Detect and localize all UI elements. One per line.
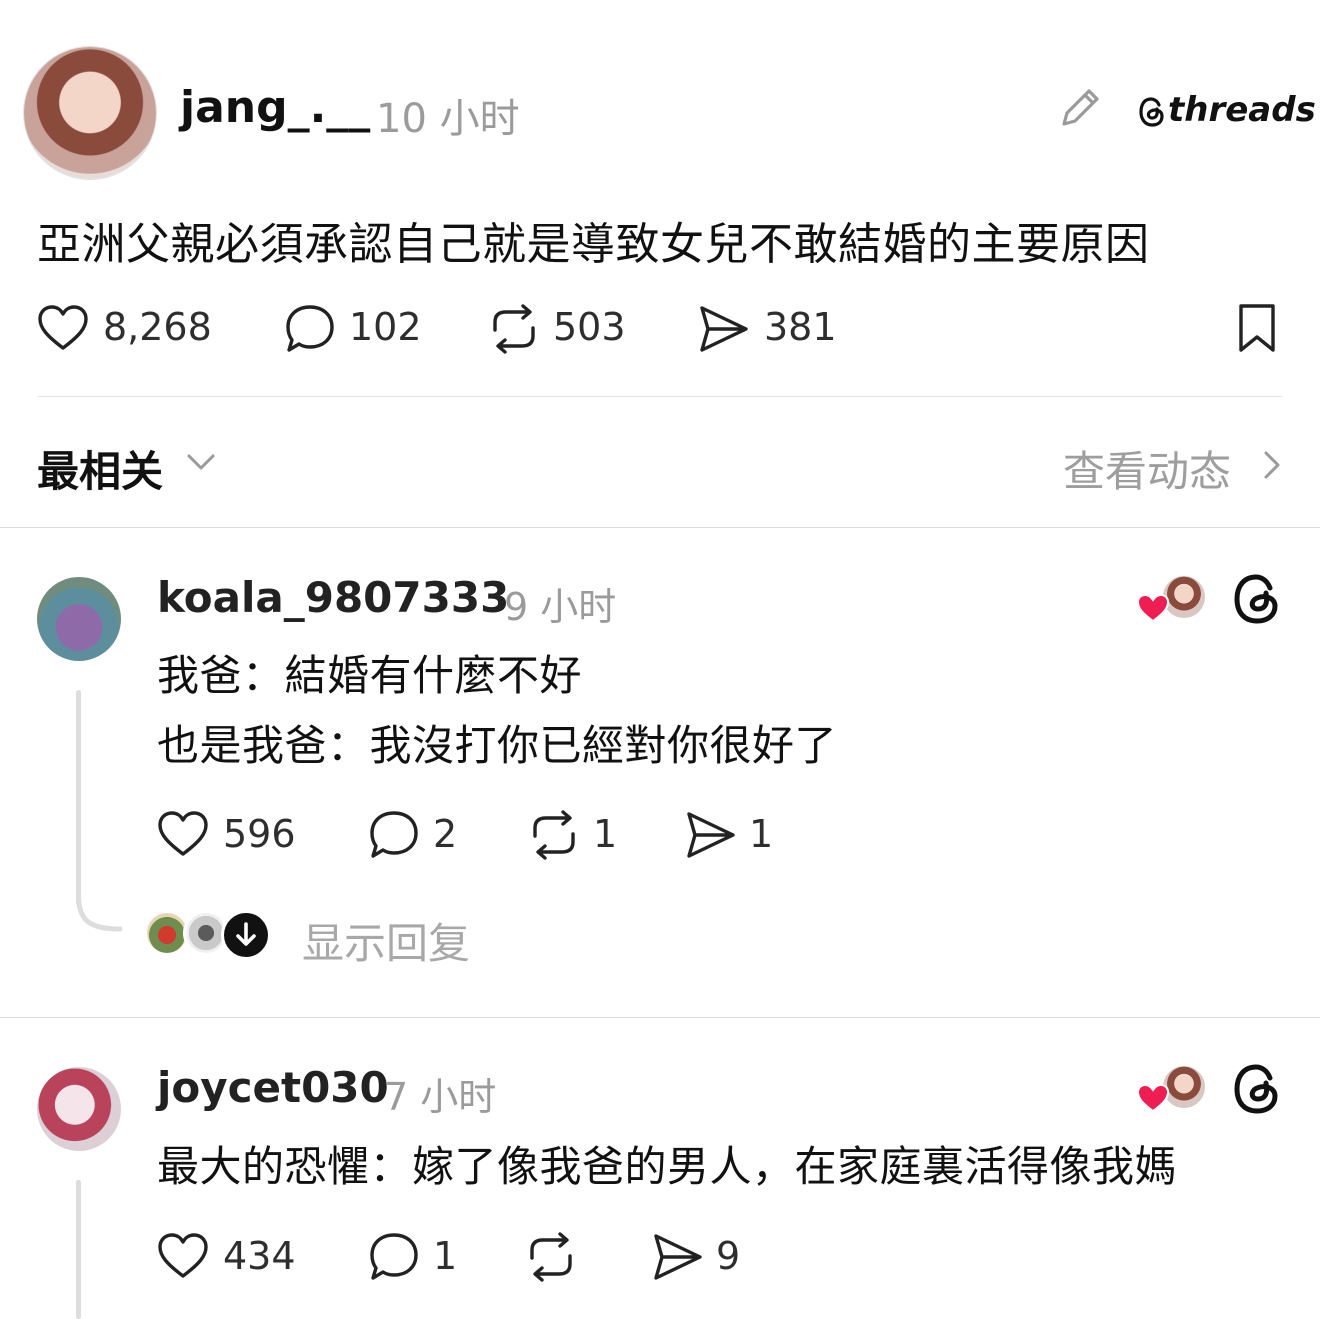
section-divider bbox=[0, 1017, 1320, 1018]
thread-line bbox=[76, 1180, 81, 1319]
like-count: 8,268 bbox=[103, 305, 212, 349]
share-icon[interactable] bbox=[685, 810, 737, 860]
like-icon[interactable] bbox=[157, 810, 209, 858]
comment-line: 也是我爸：我沒打你已經對你很好了 bbox=[157, 721, 838, 770]
threads-icon[interactable] bbox=[1232, 1063, 1282, 1115]
arrow-down-icon[interactable] bbox=[221, 910, 271, 960]
reply-icon[interactable] bbox=[368, 810, 420, 860]
reply-count: 2 bbox=[433, 812, 458, 856]
bookmark-icon[interactable] bbox=[1236, 302, 1278, 354]
like-count: 596 bbox=[223, 812, 296, 856]
author-username[interactable]: jang_.__ bbox=[180, 82, 370, 133]
commenter-avatar[interactable] bbox=[37, 577, 121, 661]
share-count: 1 bbox=[749, 812, 774, 856]
pencil-icon[interactable] bbox=[1056, 84, 1104, 132]
reply-count: 102 bbox=[349, 305, 422, 349]
threads-logo-icon bbox=[1138, 96, 1166, 128]
share-count: 381 bbox=[764, 305, 837, 349]
share-count: 9 bbox=[716, 1234, 741, 1278]
reply-icon[interactable] bbox=[284, 304, 336, 354]
threads-icon[interactable] bbox=[1232, 573, 1282, 625]
reply-icon[interactable] bbox=[368, 1232, 420, 1282]
like-count: 434 bbox=[223, 1234, 296, 1278]
post-text: 亞洲父親必須承認自己就是導致女兒不敢結婚的主要原因 bbox=[37, 219, 1150, 270]
comment-line: 我爸：結婚有什麼不好 bbox=[157, 651, 583, 700]
comment-line: 最大的恐懼：嫁了像我爸的男人，在家庭裏活得像我媽 bbox=[157, 1142, 1178, 1191]
commenter-username[interactable]: koala_9807333 bbox=[157, 573, 509, 622]
post-time: 10 小时 bbox=[376, 96, 520, 142]
commenter-avatar[interactable] bbox=[37, 1067, 121, 1151]
view-activity-link[interactable]: 查看动态 bbox=[1063, 438, 1231, 499]
divider bbox=[37, 396, 1283, 397]
sort-dropdown-label[interactable]: 最相关 bbox=[37, 438, 163, 499]
chevron-right-icon[interactable] bbox=[1262, 450, 1282, 480]
comment-time: 7 小时 bbox=[384, 1075, 497, 1119]
like-icon[interactable] bbox=[157, 1232, 209, 1280]
share-icon[interactable] bbox=[652, 1232, 704, 1282]
section-divider bbox=[0, 527, 1320, 528]
repost-icon[interactable] bbox=[524, 1232, 578, 1282]
threads-wordmark: threads bbox=[1168, 90, 1316, 130]
repost-count: 503 bbox=[553, 305, 626, 349]
author-avatar[interactable] bbox=[24, 47, 156, 179]
like-icon[interactable] bbox=[37, 304, 89, 352]
chevron-down-icon[interactable] bbox=[186, 452, 216, 472]
comment-time: 9 小时 bbox=[504, 585, 617, 629]
thread-line-curve bbox=[76, 892, 126, 935]
repost-icon[interactable] bbox=[487, 304, 541, 354]
repost-icon[interactable] bbox=[527, 810, 581, 860]
reply-count: 1 bbox=[433, 1234, 458, 1278]
show-replies-button[interactable]: 显示回复 bbox=[302, 910, 470, 971]
repost-count: 1 bbox=[593, 812, 618, 856]
commenter-username[interactable]: joycet030 bbox=[157, 1063, 389, 1112]
thread-line bbox=[76, 690, 81, 905]
share-icon[interactable] bbox=[698, 304, 750, 354]
